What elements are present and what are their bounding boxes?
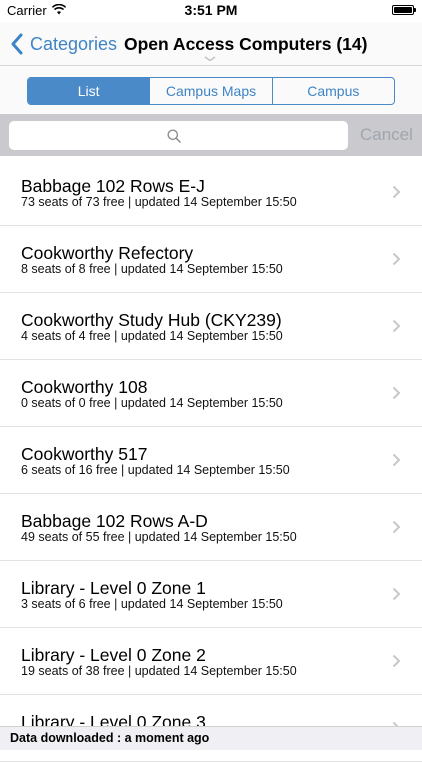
list-item[interactable]: Cookworthy 108 0 seats of 0 free | updat… [0,360,422,427]
segment-campus[interactable]: Campus [271,78,394,104]
list-item[interactable]: Babbage 102 Rows A-D 49 seats of 55 free… [0,494,422,561]
pull-down-chevron-icon [204,56,216,62]
list-item-subtitle: 0 seats of 0 free | updated 14 September… [21,396,283,410]
list-item-title: Cookworthy 108 [21,377,148,397]
list-item-title: Library - Level 0 Zone 2 [21,645,206,665]
location-list: Babbage 102 Rows E-J 73 seats of 73 free… [0,159,422,762]
clock: 3:51 PM [184,2,238,18]
list-item[interactable]: Library - Level 0 Zone 2 19 seats of 38 … [0,628,422,695]
list-item[interactable]: Library - Level 0 Zone 1 3 seats of 6 fr… [0,561,422,628]
battery-icon [392,5,416,15]
view-segmented-control: List Campus Maps Campus [27,77,395,105]
list-item-subtitle: 73 seats of 73 free | updated 14 Septemb… [21,195,297,209]
chevron-right-icon [392,520,401,534]
list-item-title: Cookworthy Refectory [21,243,194,263]
page-title: Open Access Computers (14) [124,34,368,54]
back-button-label: Categories [30,33,118,54]
list-item-title: Cookworthy Study Hub (CKY239) [21,310,282,330]
segmented-control-bar: List Campus Maps Campus [0,66,422,114]
status-footer: Data downloaded : a moment ago [0,726,422,750]
segment-campus-maps[interactable]: Campus Maps [149,78,271,104]
search-field[interactable] [9,121,348,150]
chevron-right-icon [392,185,401,199]
chevron-right-icon [392,587,401,601]
list-item-title: Babbage 102 Rows E-J [21,176,205,196]
list-item-subtitle: 6 seats of 16 free | updated 14 Septembe… [21,463,290,477]
search-input[interactable] [9,121,348,150]
chevron-left-icon [11,33,23,55]
list-item-title: Cookworthy 517 [21,444,148,464]
chevron-right-icon [392,654,401,668]
cancel-button[interactable]: Cancel [360,114,413,156]
list-item[interactable]: Cookworthy 517 6 seats of 16 free | upda… [0,427,422,494]
list-item-subtitle: 8 seats of 8 free | updated 14 September… [21,262,283,276]
list-item-subtitle: 3 seats of 6 free | updated 14 September… [21,597,283,611]
chevron-right-icon [392,453,401,467]
data-downloaded-status: Data downloaded : a moment ago [10,731,210,745]
list-item[interactable]: Cookworthy Study Hub (CKY239) 4 seats of… [0,293,422,360]
list-item-title: Babbage 102 Rows A-D [21,511,208,531]
back-button[interactable]: Categories [10,22,117,66]
chevron-right-icon [392,252,401,266]
status-bar: Carrier 3:51 PM [0,0,422,22]
search-bar: Cancel [0,114,422,156]
list-item-subtitle: 4 seats of 4 free | updated 14 September… [21,329,283,343]
list-item[interactable]: Babbage 102 Rows E-J 73 seats of 73 free… [0,159,422,226]
list-item[interactable]: Cookworthy Refectory 8 seats of 8 free |… [0,226,422,293]
chevron-right-icon [392,386,401,400]
list-item-subtitle: 49 seats of 55 free | updated 14 Septemb… [21,530,297,544]
list-item-subtitle: 19 seats of 38 free | updated 14 Septemb… [21,664,297,678]
chevron-right-icon [392,319,401,333]
list-item-title: Library - Level 0 Zone 1 [21,578,206,598]
segment-list[interactable]: List [28,78,150,104]
